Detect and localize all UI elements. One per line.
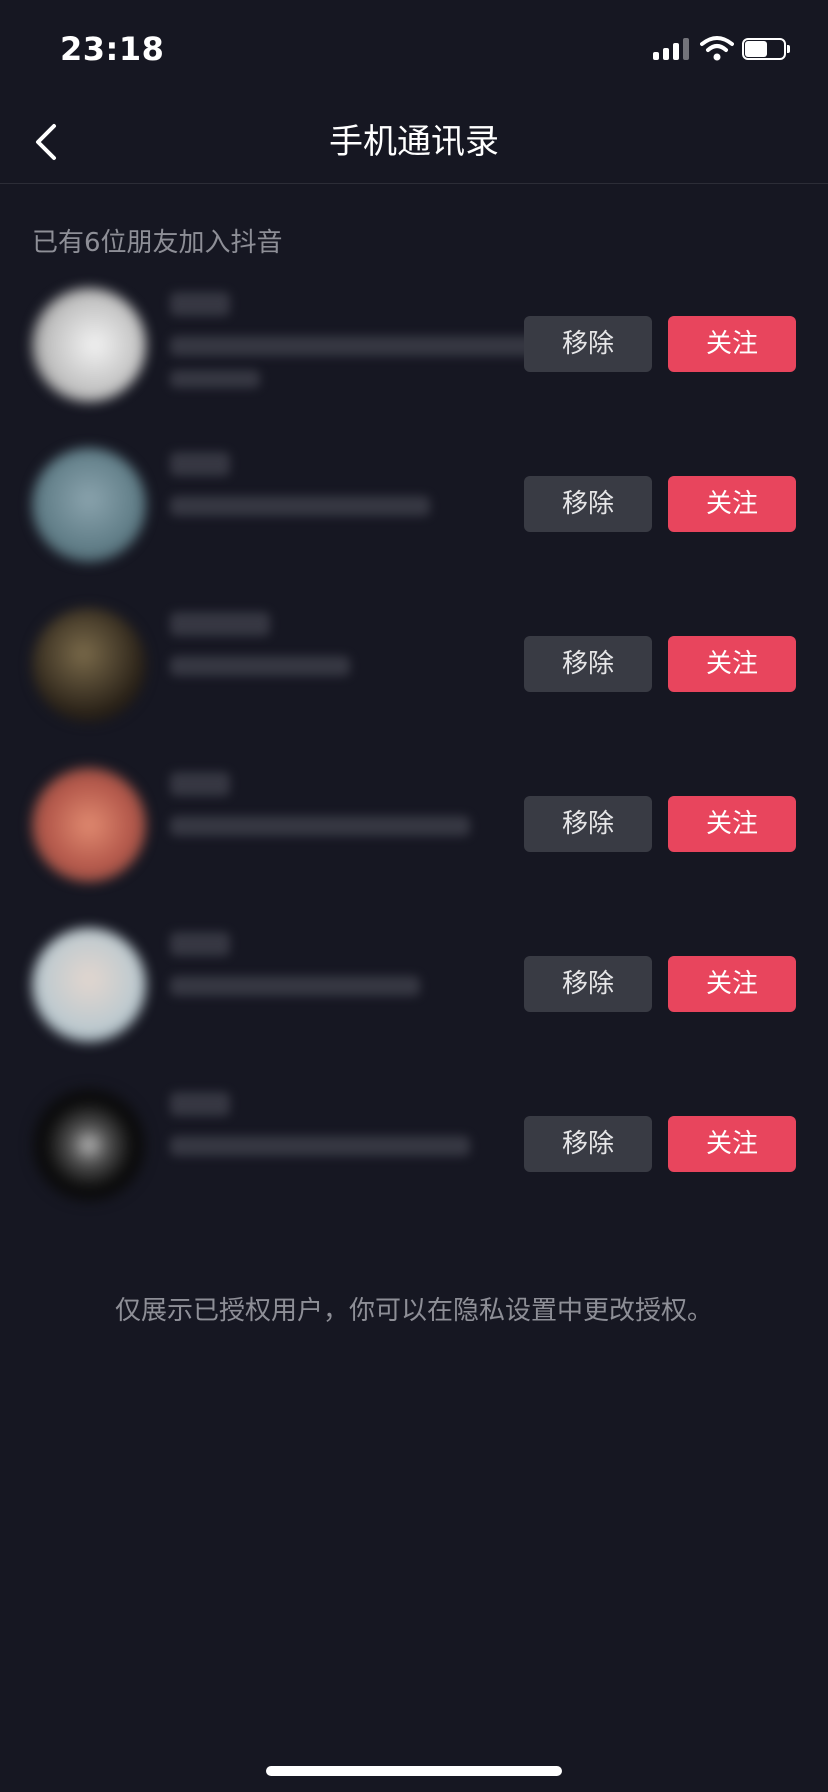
blurred-name <box>170 452 230 476</box>
blurred-detail <box>170 1136 470 1156</box>
remove-button[interactable]: 移除 <box>524 956 652 1012</box>
avatar[interactable] <box>32 448 146 562</box>
remove-button[interactable]: 移除 <box>524 1116 652 1172</box>
remove-button[interactable]: 移除 <box>524 316 652 372</box>
follow-button[interactable]: 关注 <box>668 316 796 372</box>
status-bar: 23:18 <box>0 0 828 100</box>
blurred-name <box>170 612 270 636</box>
follow-button[interactable]: 关注 <box>668 636 796 692</box>
follow-button[interactable]: 关注 <box>668 796 796 852</box>
privacy-note: 仅展示已授权用户，你可以在隐私设置中更改授权。 <box>114 1296 713 1326</box>
page-title: 手机通讯录 <box>329 122 499 162</box>
contact-row: 移除 关注 <box>0 270 828 430</box>
contact-row: 移除 关注 <box>0 430 828 590</box>
follow-button[interactable]: 关注 <box>668 1116 796 1172</box>
blurred-detail <box>170 496 430 516</box>
contact-row: 移除 关注 <box>0 750 828 910</box>
blurred-detail <box>170 976 420 996</box>
contact-row: 移除 关注 <box>0 1070 828 1230</box>
nav-bar: 手机通讯录 <box>0 100 828 184</box>
cellular-signal-icon <box>653 36 691 60</box>
blurred-detail <box>170 656 350 676</box>
blurred-name <box>170 292 230 316</box>
avatar[interactable] <box>32 288 146 402</box>
contact-row: 移除 关注 <box>0 590 828 750</box>
contact-list: 移除 关注 移除 关注 移除 关注 移除 关注 移除 关注 移除 关注 <box>0 270 828 1230</box>
blurred-name <box>170 932 230 956</box>
follow-button[interactable]: 关注 <box>668 476 796 532</box>
avatar[interactable] <box>32 1088 146 1202</box>
battery-icon <box>742 38 790 60</box>
home-indicator[interactable] <box>266 1766 562 1776</box>
avatar[interactable] <box>32 928 146 1042</box>
remove-button[interactable]: 移除 <box>524 796 652 852</box>
blurred-detail <box>170 816 470 836</box>
remove-button[interactable]: 移除 <box>524 636 652 692</box>
friends-count-text: 已有6位朋友加入抖音 <box>32 228 283 258</box>
remove-button[interactable]: 移除 <box>524 476 652 532</box>
avatar[interactable] <box>32 768 146 882</box>
wifi-icon <box>700 34 734 62</box>
contact-row: 移除 关注 <box>0 910 828 1070</box>
status-time: 23:18 <box>60 30 165 68</box>
blurred-name <box>170 1092 230 1116</box>
follow-button[interactable]: 关注 <box>668 956 796 1012</box>
avatar[interactable] <box>32 608 146 722</box>
blurred-name <box>170 772 230 796</box>
blurred-detail <box>170 336 570 356</box>
blurred-detail <box>170 370 260 388</box>
